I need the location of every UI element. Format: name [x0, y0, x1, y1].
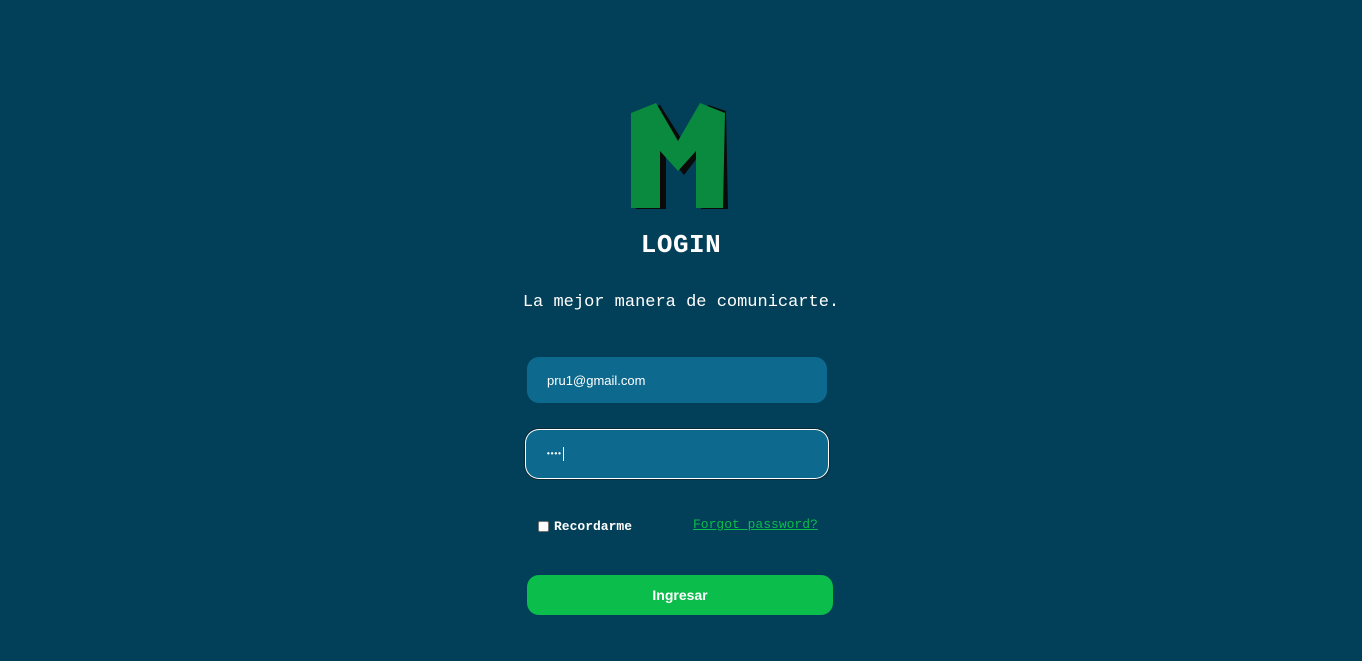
forgot-password-link[interactable]: Forgot password? [693, 517, 818, 532]
remember-row: Recordarme [538, 516, 632, 536]
m-letter-logo-icon [631, 103, 728, 209]
logo-letter [631, 103, 725, 208]
email-field[interactable] [527, 357, 827, 403]
remember-label[interactable]: Recordarme [554, 519, 632, 534]
password-field[interactable]: •••• [527, 431, 827, 477]
password-masked-value: •••• [546, 447, 564, 462]
page-title: LOGIN [640, 230, 722, 260]
remember-checkbox[interactable] [538, 520, 549, 532]
text-caret [562, 447, 564, 461]
login-page: LOGIN La mejor manera de comunicarte. ••… [0, 0, 1362, 661]
submit-button[interactable]: Ingresar [527, 575, 833, 615]
page-subtitle: La mejor manera de comunicarte. [522, 293, 840, 312]
